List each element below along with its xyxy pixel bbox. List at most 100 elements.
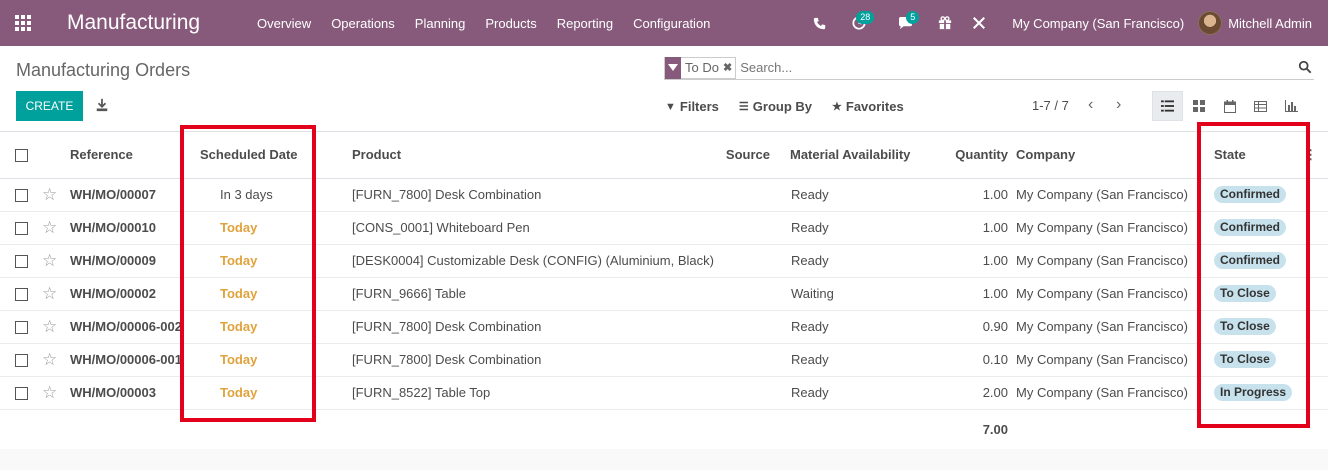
groupby-label: Group By	[752, 99, 813, 114]
cell-product: [FURN_9666] Table	[352, 277, 722, 311]
search-facet-todo: To Do ✖	[664, 56, 737, 79]
cell-quantity: 1.00	[930, 277, 1016, 311]
cell-company: My Company (San Francisco)	[1016, 178, 1202, 212]
row-checkbox[interactable]	[0, 343, 42, 377]
cell-source	[722, 211, 790, 245]
cell-product: [DESK0004] Customizable Desk (CONFIG) (A…	[352, 244, 722, 278]
cell-material-availability: Ready	[790, 244, 930, 278]
cell-source	[722, 310, 790, 344]
select-all-checkbox[interactable]	[0, 132, 42, 179]
filters-button[interactable]: ▼ Filters	[665, 99, 719, 114]
breadcrumb: Manufacturing Orders	[16, 60, 191, 80]
column-header-quantity[interactable]: Quantity	[930, 132, 1016, 179]
pager-next-icon[interactable]: ›	[1116, 96, 1121, 114]
pivot-view-icon[interactable]	[1245, 91, 1276, 121]
cell-product: [FURN_7800] Desk Combination	[352, 343, 722, 377]
avatar	[1198, 11, 1223, 35]
cell-source	[722, 343, 790, 377]
search-bar: To Do ✖	[664, 56, 1314, 80]
calendar-view-icon[interactable]	[1214, 91, 1245, 121]
cell-product: [FURN_8522] Table Top	[352, 376, 722, 410]
quantity-total: 7.00	[982, 421, 1008, 437]
groupby-button[interactable]: ☰ Group By	[739, 99, 812, 114]
cell-quantity: 1.00	[930, 244, 1016, 278]
cell-quantity: 1.00	[930, 178, 1016, 212]
download-icon[interactable]	[95, 98, 109, 112]
cell-product: [FURN_7800] Desk Combination	[352, 178, 722, 212]
messages-icon[interactable]: 5	[882, 0, 928, 46]
menu-overview[interactable]: Overview	[247, 16, 321, 31]
star-icon[interactable]: ☆	[42, 244, 70, 278]
star-icon: ★	[832, 101, 842, 113]
row-checkbox[interactable]	[0, 178, 42, 212]
app-title[interactable]: Manufacturing	[67, 11, 235, 35]
apps-menu-icon[interactable]	[0, 0, 46, 46]
row-checkbox[interactable]	[0, 376, 42, 410]
main-menu: Overview Operations Planning Products Re…	[247, 16, 720, 31]
cell-quantity: 0.10	[930, 343, 1016, 377]
company-switcher[interactable]: My Company (San Francisco)	[996, 16, 1198, 31]
close-icon[interactable]: ✖	[723, 61, 735, 74]
row-checkbox[interactable]	[0, 244, 42, 278]
cell-company: My Company (San Francisco)	[1016, 244, 1202, 278]
cell-company: My Company (San Francisco)	[1016, 211, 1202, 245]
cell-material-availability: Ready	[790, 343, 930, 377]
column-header-product[interactable]: Product	[352, 132, 722, 179]
cell-company: My Company (San Francisco)	[1016, 310, 1202, 344]
star-icon[interactable]: ☆	[42, 178, 70, 212]
messages-badge: 5	[906, 11, 920, 24]
cell-company: My Company (San Francisco)	[1016, 376, 1202, 410]
cell-product: [CONS_0001] Whiteboard Pen	[352, 211, 722, 245]
filter-icon	[665, 56, 681, 79]
cell-quantity: 2.00	[930, 376, 1016, 410]
user-menu[interactable]: Mitchell Admin	[1198, 11, 1328, 35]
bars-icon: ☰	[738, 101, 749, 113]
cell-source	[722, 277, 790, 311]
cell-quantity: 0.90	[930, 310, 1016, 344]
cell-material-availability: Ready	[790, 178, 930, 212]
star-icon[interactable]: ☆	[42, 343, 70, 377]
control-panel: Manufacturing Orders To Do ✖ CREATE ▼ Fi…	[0, 46, 1328, 132]
column-header-source[interactable]: Source	[722, 132, 790, 179]
menu-operations[interactable]: Operations	[321, 16, 405, 31]
star-icon[interactable]: ☆	[42, 310, 70, 344]
phone-icon[interactable]	[803, 0, 836, 46]
star-icon[interactable]: ☆	[42, 211, 70, 245]
kanban-view-icon[interactable]	[1183, 91, 1214, 121]
cell-company: My Company (San Francisco)	[1016, 343, 1202, 377]
row-checkbox[interactable]	[0, 211, 42, 245]
menu-planning[interactable]: Planning	[405, 16, 476, 31]
cell-material-availability: Ready	[790, 211, 930, 245]
favorites-button[interactable]: ★ Favorites	[832, 99, 904, 114]
search-options: ▼ Filters ☰ Group By ★ Favorites	[665, 99, 924, 114]
menu-configuration[interactable]: Configuration	[623, 16, 720, 31]
search-icon[interactable]	[1298, 60, 1312, 74]
star-icon[interactable]: ☆	[42, 277, 70, 311]
favorites-label: Favorites	[845, 99, 904, 114]
filter-icon: ▼	[665, 100, 676, 113]
cell-material-availability: Ready	[790, 376, 930, 410]
activity-clock-icon[interactable]: 28	[836, 0, 882, 46]
cell-company: My Company (San Francisco)	[1016, 277, 1202, 311]
gift-icon[interactable]	[928, 0, 962, 46]
column-header-company[interactable]: Company	[1016, 132, 1202, 179]
list-view-icon[interactable]	[1152, 91, 1183, 121]
row-checkbox[interactable]	[0, 310, 42, 344]
graph-view-icon[interactable]	[1276, 91, 1307, 121]
star-icon[interactable]: ☆	[42, 376, 70, 410]
menu-reporting[interactable]: Reporting	[547, 16, 623, 31]
search-input[interactable]	[740, 60, 1314, 75]
highlight-box-state	[1197, 122, 1310, 428]
row-checkbox[interactable]	[0, 277, 42, 311]
create-button[interactable]: CREATE	[16, 91, 83, 121]
pager-previous-icon[interactable]: ‹	[1088, 96, 1093, 114]
column-header-material-availability[interactable]: Material Availability	[790, 132, 930, 179]
cell-source	[722, 376, 790, 410]
cell-material-availability: Waiting	[790, 277, 930, 311]
debug-tools-icon[interactable]	[962, 0, 996, 46]
top-navbar: Manufacturing Overview Operations Planni…	[0, 0, 1328, 46]
menu-products[interactable]: Products	[475, 16, 546, 31]
view-switcher	[1152, 91, 1307, 121]
facet-label: To Do	[685, 60, 719, 75]
pager-value[interactable]: 1-7 / 7	[1032, 98, 1069, 113]
